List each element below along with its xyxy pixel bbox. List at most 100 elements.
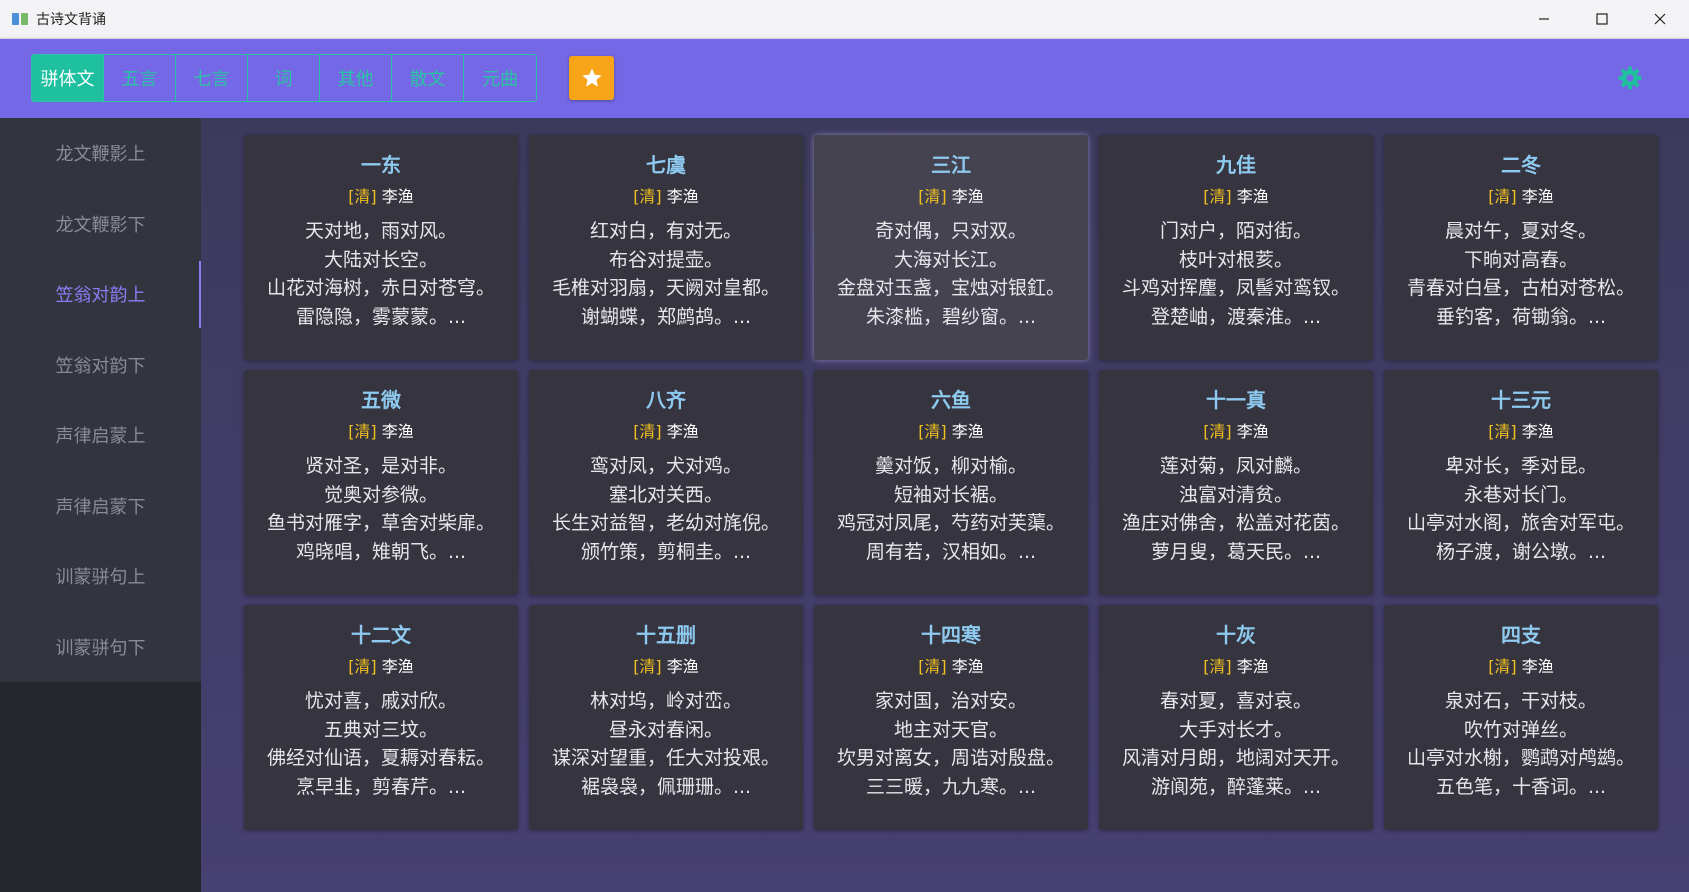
excerpt-line: 塞北对关西。	[608, 483, 723, 506]
excerpt-line: 谢蝴蝶，郑鹧鸪。...	[580, 305, 752, 328]
excerpt-line: 五典对三坟。	[323, 718, 438, 741]
card-author: 李渔	[381, 657, 414, 676]
excerpt-line: 周有若，汉相如。...	[865, 540, 1037, 563]
excerpt-line: 山亭对水榭，鹦鹉对鸬鹚。	[1406, 747, 1635, 769]
excerpt-line: 烹早韭，剪春芹。...	[295, 775, 467, 798]
sidebar-item-xunmeng-xia[interactable]: 训蒙骈句下	[0, 612, 201, 683]
card-dynasty: [清]	[348, 187, 377, 206]
sidebar-item-longwen-xia[interactable]: 龙文鞭影下	[0, 189, 201, 260]
excerpt-line: 羹对饭，柳对榆。	[874, 455, 1027, 477]
card-excerpt: 春对夏，喜对哀。 大手对长才。 风清对月朗，地阔对天开。 游阆苑，醉蓬莱。...	[1099, 687, 1373, 801]
excerpt-line: 萝月叟，葛天民。...	[1150, 540, 1322, 563]
poem-card[interactable]: 十四寒 [清] 李渔 家对国，治对安。 地主对天官。 坎男对离女，周诰对殷盘。 …	[814, 605, 1088, 830]
excerpt-line: 春对夏，喜对哀。	[1159, 690, 1312, 712]
title-bar: 古诗文背诵	[0, 0, 1689, 39]
poem-card[interactable]: 三江 [清] 李渔 奇对偶，只对双。 大海对长江。 金盘对玉盏，宝烛对银釭。 朱…	[814, 135, 1088, 360]
sidebar-item-longwen-shang[interactable]: 龙文鞭影上	[0, 118, 201, 189]
excerpt-line: 山花对海树，赤日对苍穹。	[266, 277, 495, 299]
excerpt-line: 游阆苑，醉蓬莱。...	[1150, 775, 1322, 798]
excerpt-line: 大手对长才。	[1178, 718, 1293, 741]
sidebar-item-shenglv-xia[interactable]: 声律启蒙下	[0, 471, 201, 542]
card-title: 十二文	[351, 623, 411, 647]
card-dynasty: [清]	[918, 657, 947, 676]
tab-qita[interactable]: 其他	[320, 55, 392, 101]
excerpt-line: 林对坞，岭对峦。	[589, 690, 742, 712]
excerpt-line: 三三暖，九九寒。...	[865, 775, 1037, 798]
tab-wuyan[interactable]: 五言	[104, 55, 176, 101]
card-dynasty: [清]	[348, 422, 377, 441]
card-excerpt: 贤对圣，是对非。 觉奥对参微。 鱼书对雁字，草舍对柴扉。 鸡晓唱，雉朝飞。...	[244, 452, 518, 566]
excerpt-line: 鱼书对雁字，草舍对柴扉。	[266, 512, 495, 534]
excerpt-line: 吹竹对弹丝。	[1463, 718, 1578, 741]
card-author: 李渔	[1521, 422, 1554, 441]
poem-card[interactable]: 十五删 [清] 李渔 林对坞，岭对峦。 昼永对春闲。 谋深对望重，任大对投艰。 …	[529, 605, 803, 830]
card-dynasty: [清]	[1488, 657, 1517, 676]
favorites-button[interactable]	[569, 56, 614, 100]
card-excerpt: 天对地，雨对风。 大陆对长空。 山花对海树，赤日对苍穹。 雷隐隐，雾蒙蒙。...	[244, 217, 518, 331]
card-excerpt: 晨对午，夏对冬。 下晌对高舂。 青春对白昼，古柏对苍松。 垂钓客，荷锄翁。...	[1384, 217, 1658, 331]
tab-pianti[interactable]: 骈体文	[32, 55, 104, 101]
excerpt-line: 浊富对清贫。	[1178, 483, 1293, 506]
excerpt-line: 登楚岫，渡秦淮。...	[1150, 305, 1322, 328]
card-author-line: [清] 李渔	[1384, 653, 1658, 677]
card-author: 李渔	[951, 187, 984, 206]
card-title: 七虞	[646, 153, 686, 177]
card-title: 十一真	[1206, 388, 1266, 412]
sidebar-item-liweng-xia[interactable]: 笠翁对韵下	[0, 330, 201, 401]
poem-card[interactable]: 十二文 [清] 李渔 忧对喜，戚对欣。 五典对三坟。 佛经对仙语，夏耨对春耘。 …	[244, 605, 518, 830]
card-author: 李渔	[666, 187, 699, 206]
card-author: 李渔	[666, 422, 699, 441]
card-author-line: [清] 李渔	[244, 418, 518, 442]
excerpt-line: 地主对天官。	[893, 718, 1008, 741]
header-bar: 骈体文 五言 七言 词 其他 散文 元曲	[0, 39, 1689, 118]
poem-card[interactable]: 十灰 [清] 李渔 春对夏，喜对哀。 大手对长才。 风清对月朗，地阔对天开。 游…	[1099, 605, 1373, 830]
excerpt-line: 鸾对凤，犬对鸡。	[589, 455, 742, 477]
maximize-button[interactable]	[1573, 0, 1631, 38]
card-title: 十灰	[1216, 623, 1256, 647]
card-title: 三江	[931, 153, 971, 177]
star-icon	[581, 68, 602, 87]
card-author-line: [清] 李渔	[244, 183, 518, 207]
poem-card[interactable]: 一东 [清] 李渔 天对地，雨对风。 大陆对长空。 山花对海树，赤日对苍穹。 雷…	[244, 135, 518, 360]
excerpt-line: 布谷对提壶。	[608, 248, 723, 271]
card-excerpt: 奇对偶，只对双。 大海对长江。 金盘对玉盏，宝烛对银釭。 朱漆槛，碧纱窗。...	[814, 217, 1088, 331]
excerpt-line: 大陆对长空。	[323, 248, 438, 271]
excerpt-line: 山亭对水阁，旅舍对军屯。	[1406, 512, 1635, 534]
poem-card[interactable]: 十三元 [清] 李渔 卑对长，季对昆。 永巷对长门。 山亭对水阁，旅舍对军屯。 …	[1384, 370, 1658, 595]
excerpt-line: 青春对白昼，古柏对苍松。	[1406, 277, 1635, 299]
close-button[interactable]	[1631, 0, 1689, 38]
poem-card[interactable]: 十一真 [清] 李渔 莲对菊，凤对麟。 浊富对清贫。 渔庄对佛舍，松盖对花茵。 …	[1099, 370, 1373, 595]
category-tabs: 骈体文 五言 七言 词 其他 散文 元曲	[31, 54, 537, 102]
card-author-line: [清] 李渔	[529, 418, 803, 442]
poem-card[interactable]: 二冬 [清] 李渔 晨对午，夏对冬。 下晌对高舂。 青春对白昼，古柏对苍松。 垂…	[1384, 135, 1658, 360]
card-title: 一东	[361, 153, 401, 177]
card-author: 李渔	[381, 422, 414, 441]
card-title: 九佳	[1216, 153, 1256, 177]
tab-qiyan[interactable]: 七言	[176, 55, 248, 101]
card-title: 四支	[1501, 623, 1541, 647]
poem-card[interactable]: 五微 [清] 李渔 贤对圣，是对非。 觉奥对参微。 鱼书对雁字，草舍对柴扉。 鸡…	[244, 370, 518, 595]
close-icon	[1654, 13, 1666, 25]
poem-card[interactable]: 六鱼 [清] 李渔 羹对饭，柳对榆。 短袖对长裾。 鸡冠对凤尾，芍药对芙蕖。 周…	[814, 370, 1088, 595]
poem-card[interactable]: 九佳 [清] 李渔 门对户，陌对街。 枝叶对根荄。 斗鸡对挥麈，凤髻对鸾钗。 登…	[1099, 135, 1373, 360]
poem-card[interactable]: 四支 [清] 李渔 泉对石，干对枝。 吹竹对弹丝。 山亭对水榭，鹦鹉对鸬鹚。 五…	[1384, 605, 1658, 830]
tab-yuanqu[interactable]: 元曲	[464, 55, 536, 101]
tab-ci[interactable]: 词	[248, 55, 320, 101]
minimize-button[interactable]	[1515, 0, 1573, 38]
tab-sanwen[interactable]: 散文	[392, 55, 464, 101]
sidebar-item-liweng-shang[interactable]: 笠翁对韵上	[0, 259, 201, 330]
sidebar-item-shenglv-shang[interactable]: 声律启蒙上	[0, 400, 201, 471]
excerpt-line: 五色笔，十香词。...	[1435, 775, 1607, 798]
card-author-line: [清] 李渔	[1384, 183, 1658, 207]
settings-button[interactable]	[1617, 65, 1643, 91]
card-excerpt: 羹对饭，柳对榆。 短袖对长裾。 鸡冠对凤尾，芍药对芙蕖。 周有若，汉相如。...	[814, 452, 1088, 566]
card-author: 李渔	[1236, 187, 1269, 206]
main-content: 一东 [清] 李渔 天对地，雨对风。 大陆对长空。 山花对海树，赤日对苍穹。 雷…	[201, 118, 1689, 892]
excerpt-line: 觉奥对参微。	[323, 483, 438, 506]
card-dynasty: [清]	[1488, 422, 1517, 441]
excerpt-line: 毛椎对羽扇，天阙对皇都。	[551, 277, 780, 299]
poem-card[interactable]: 七虞 [清] 李渔 红对白，有对无。 布谷对提壶。 毛椎对羽扇，天阙对皇都。 谢…	[529, 135, 803, 360]
sidebar-item-xunmeng-shang[interactable]: 训蒙骈句上	[0, 541, 201, 612]
poem-card[interactable]: 八齐 [清] 李渔 鸾对凤，犬对鸡。 塞北对关西。 长生对益智，老幼对旄倪。 颁…	[529, 370, 803, 595]
minimize-icon	[1539, 18, 1549, 20]
